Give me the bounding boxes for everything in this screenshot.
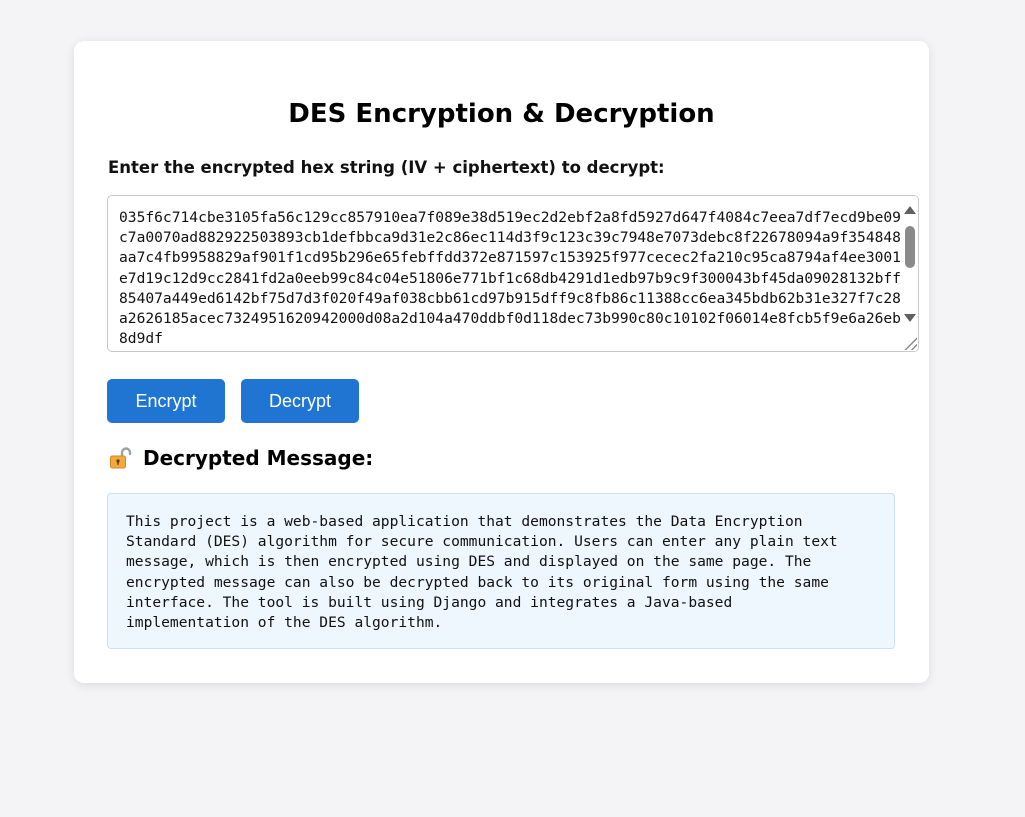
encrypt-button[interactable]: Encrypt: [107, 379, 225, 423]
hex-input[interactable]: 035f6c714cbe3105fa56c129cc857910ea7f089e…: [108, 196, 902, 351]
des-card: DES Encryption & Decryption Enter the en…: [74, 41, 929, 683]
unlocked-padlock-icon: [110, 447, 132, 469]
hex-input-container: 035f6c714cbe3105fa56c129cc857910ea7f089e…: [107, 195, 919, 352]
scroll-down-arrow-icon[interactable]: [904, 314, 916, 322]
decrypted-message-box: This project is a web-based application …: [107, 493, 895, 649]
decrypted-message-text: This project is a web-based application …: [126, 513, 838, 632]
page-title: DES Encryption & Decryption: [288, 99, 715, 129]
decrypt-button[interactable]: Decrypt: [241, 379, 359, 423]
textarea-scrollbar[interactable]: [902, 196, 918, 351]
hex-input-label: Enter the encrypted hex string (IV + cip…: [108, 158, 665, 177]
resize-grip-icon[interactable]: [903, 336, 917, 350]
scroll-thumb[interactable]: [905, 226, 915, 268]
decrypted-message-title: Decrypted Message:: [143, 446, 374, 470]
scroll-up-arrow-icon[interactable]: [904, 206, 916, 214]
decrypted-message-heading: Decrypted Message:: [109, 446, 373, 470]
